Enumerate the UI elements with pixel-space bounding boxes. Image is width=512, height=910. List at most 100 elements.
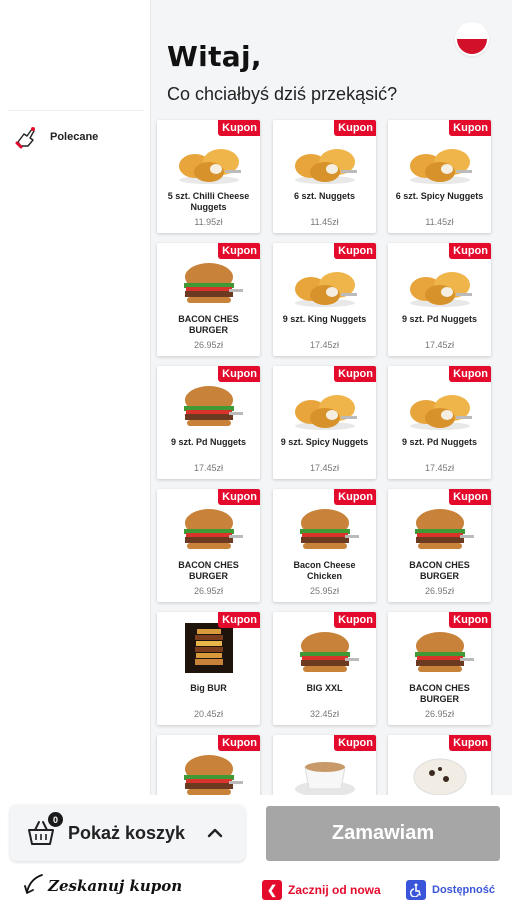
product-name: 6 szt. Spicy Nuggets [395, 191, 484, 201]
product-price: 11.45zł [425, 217, 454, 227]
product-image [402, 751, 478, 795]
scan-coupon-link[interactable]: Zeskanuj kupon [24, 873, 182, 895]
product-card[interactable]: Kupon [273, 735, 376, 795]
product-card[interactable]: Kupon BACON CHES BURGER 26.95zł [388, 489, 491, 602]
coupon-badge: Kupon [218, 489, 260, 505]
product-card[interactable]: Kupon [388, 735, 491, 795]
product-image [171, 259, 247, 309]
product-price: 20.45zł [193, 709, 224, 719]
product-card[interactable]: Kupon [157, 735, 260, 795]
product-name: 9 szt. Pd Nuggets [401, 314, 477, 324]
product-card[interactable]: Kupon 9 szt. King Nuggets 17.45zł [273, 243, 376, 356]
product-image [287, 382, 363, 432]
scan-coupon-label: Zeskanuj kupon [48, 877, 183, 895]
product-card[interactable]: Kupon 5 szt. Chilli Cheese Nuggets 11.95zł [157, 120, 260, 233]
product-name: 9 szt. Pd Nuggets [401, 437, 477, 447]
product-image [171, 751, 247, 795]
poland-flag-icon[interactable] [457, 24, 487, 54]
coupon-badge: Kupon [449, 366, 491, 382]
product-card[interactable]: Kupon 9 szt. Pd Nuggets 17.45zł [388, 243, 491, 356]
coupon-badge: Kupon [218, 120, 260, 136]
product-price: 11.95zł [194, 217, 223, 227]
show-cart-button[interactable]: 0 Pokaż koszyk [10, 805, 245, 861]
product-price: 17.45zł [309, 463, 340, 473]
product-card[interactable]: Kupon 6 szt. Spicy Nuggets 11.45zł [388, 120, 491, 233]
product-card[interactable]: Kupon 9 szt. Pd Nuggets 17.45zł [388, 366, 491, 479]
product-image [287, 628, 363, 678]
basket-icon: 0 [26, 812, 63, 848]
wheelchair-icon [406, 880, 426, 900]
coupon-badge: Kupon [449, 612, 491, 628]
product-price: 25.95zł [309, 586, 340, 596]
product-image [171, 136, 247, 186]
product-card[interactable]: Kupon Bacon Cheese Chicken 25.95zł [273, 489, 376, 602]
sidebar-item-label: Polecane [50, 131, 99, 143]
product-image [402, 136, 478, 186]
product-price: 17.45zł [193, 463, 224, 473]
restart-label: Zacznij od nowa [288, 883, 381, 897]
product-image [287, 751, 363, 795]
show-cart-label: Pokaż koszyk [68, 822, 186, 843]
coupon-badge: Kupon [218, 735, 260, 751]
product-card[interactable]: Kupon BACON CHES BURGER 26.95zł [157, 243, 260, 356]
product-image [402, 628, 478, 678]
product-name: BACON CHES BURGER [178, 314, 239, 335]
coupon-badge: Kupon [334, 612, 376, 628]
product-card[interactable]: Kupon BIG XXL 32.45zł [273, 612, 376, 725]
coupon-badge: Kupon [218, 366, 260, 382]
product-name: Big BUR [190, 683, 227, 693]
product-image [402, 382, 478, 432]
product-price: 26.95zł [424, 586, 455, 596]
product-image [287, 505, 363, 555]
product-card[interactable]: Kupon Big BUR 20.45zł [157, 612, 260, 725]
product-price: 17.45zł [424, 340, 455, 350]
product-name: 5 szt. Chilli Cheese Nuggets [167, 191, 250, 212]
coupon-badge: Kupon [218, 243, 260, 259]
product-name: BACON CHES BURGER [409, 683, 470, 704]
product-price: 26.95zł [424, 709, 455, 719]
coupon-badge: Kupon [334, 489, 376, 505]
product-name: BACON CHES BURGER [409, 560, 470, 581]
product-card[interactable]: Kupon BACON CHES BURGER 26.95zł [157, 489, 260, 602]
accessibility-button[interactable]: Dostępność [406, 880, 495, 900]
product-price: 32.45zł [309, 709, 340, 719]
product-image [402, 259, 478, 309]
product-name: BACON CHES BURGER [178, 560, 239, 581]
restart-button[interactable]: ❮ Zacznij od nowa [262, 880, 381, 900]
arrow-icon [24, 874, 43, 894]
product-card[interactable]: Kupon 9 szt. Spicy Nuggets 17.45zł [273, 366, 376, 479]
product-image [171, 505, 247, 555]
coupon-badge: Kupon [334, 243, 376, 259]
product-price: 17.45zł [424, 463, 455, 473]
sidebar-divider [8, 110, 144, 111]
back-arrow-icon: ❮ [262, 880, 282, 900]
coupon-badge: Kupon [449, 120, 491, 136]
greeting-question: Co chciałbyś dziś przekąsić? [167, 84, 398, 104]
order-button[interactable]: Zamawiam [266, 806, 500, 861]
coupon-badge: Kupon [449, 489, 491, 505]
recommended-hand-icon [15, 127, 35, 149]
product-price: 26.95zł [193, 340, 224, 350]
category-sidebar: Polecane [0, 0, 151, 795]
product-image [171, 382, 247, 432]
coupon-badge: Kupon [218, 612, 260, 628]
product-card[interactable]: Kupon 9 szt. Pd Nuggets 17.45zł [157, 366, 260, 479]
product-card[interactable]: Kupon BACON CHES BURGER 26.95zł [388, 612, 491, 725]
accessibility-label: Dostępność [432, 884, 495, 896]
greeting-title: Witaj, [167, 40, 262, 73]
product-name: 9 szt. Spicy Nuggets [280, 437, 369, 447]
product-name: 9 szt. King Nuggets [282, 314, 367, 324]
product-price: 26.95zł [193, 586, 224, 596]
coupon-badge: Kupon [334, 120, 376, 136]
product-name: 9 szt. Pd Nuggets [170, 437, 246, 447]
bottom-bar: 0 Pokaż koszyk Zamawiam Zeskanuj kupon ❮… [0, 795, 512, 910]
sidebar-item-polecane[interactable]: Polecane [14, 124, 98, 150]
product-image [287, 259, 363, 309]
product-name: 6 szt. Nuggets [293, 191, 355, 201]
cart-count-badge: 0 [48, 812, 63, 827]
product-image [402, 505, 478, 555]
coupon-badge: Kupon [449, 735, 491, 751]
main-content: Witaj, Co chciałbyś dziś przekąsić? Kupo… [151, 0, 512, 795]
product-card[interactable]: Kupon 6 szt. Nuggets 11.45zł [273, 120, 376, 233]
coupon-badge: Kupon [334, 735, 376, 751]
